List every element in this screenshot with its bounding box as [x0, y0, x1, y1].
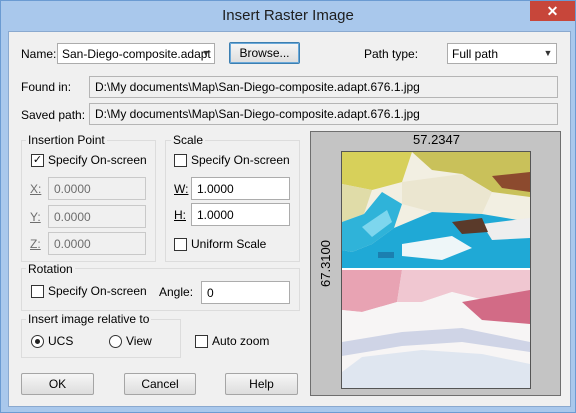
scale-specify-checkbox[interactable]	[174, 154, 187, 167]
w-input[interactable]: 1.0000	[191, 177, 290, 200]
cancel-button[interactable]: Cancel	[124, 373, 196, 395]
rotation-specify-label: Specify On-screen	[48, 284, 147, 298]
chevron-down-icon: ▼	[201, 48, 211, 58]
path-type-value: Full path	[452, 47, 499, 61]
found-in-field: D:\My documents\Map\San-Diego-composite.…	[89, 76, 558, 98]
uniform-scale-label: Uniform Scale	[191, 237, 267, 251]
image-height-dimension: 67.3100	[318, 240, 333, 287]
dialog-window: Insert Raster Image ✕ Name: San-Diego-co…	[0, 0, 576, 413]
ucs-label: UCS	[48, 334, 74, 348]
view-label: View	[126, 334, 152, 348]
chevron-down-icon: ▼	[543, 48, 553, 58]
name-label: Name:	[21, 47, 57, 61]
h-input[interactable]: 1.0000	[191, 203, 290, 226]
title-bar[interactable]: Insert Raster Image ✕	[1, 1, 575, 31]
saved-path-field: D:\My documents\Map\San-Diego-composite.…	[89, 103, 558, 125]
angle-label: Angle:	[159, 285, 194, 299]
scale-title: Scale	[171, 133, 206, 147]
w-label: W:	[174, 182, 189, 196]
uniform-scale-checkbox[interactable]	[174, 238, 187, 251]
browse-button[interactable]: Browse...	[229, 42, 300, 64]
insertion-specify-label: Specify On-screen	[48, 153, 147, 167]
ok-button[interactable]: OK	[21, 373, 94, 395]
image-preview: 57.2347 67.3100	[310, 131, 561, 396]
path-type-dropdown[interactable]: Full path ▼	[447, 43, 557, 64]
map-thumbnail	[342, 152, 530, 388]
auto-zoom-checkbox[interactable]	[195, 335, 208, 348]
found-in-label: Found in:	[21, 80, 72, 94]
map-image	[341, 151, 531, 389]
x-input[interactable]: 0.0000	[48, 177, 146, 200]
relative-title: Insert image relative to	[26, 312, 152, 326]
y-input[interactable]: 0.0000	[48, 205, 146, 228]
help-button[interactable]: Help	[225, 373, 298, 395]
rotation-title: Rotation	[26, 262, 75, 276]
y-label: Y:	[30, 210, 41, 224]
saved-path-label: Saved path:	[21, 108, 86, 122]
h-label: H:	[174, 208, 186, 222]
path-type-label: Path type:	[364, 47, 419, 61]
auto-zoom-label: Auto zoom	[212, 334, 270, 348]
insertion-specify-checkbox[interactable]: ✓	[31, 154, 44, 167]
insertion-point-title: Insertion Point	[26, 133, 107, 147]
ucs-radio[interactable]	[31, 335, 44, 348]
close-button[interactable]: ✕	[530, 1, 575, 21]
x-label: X:	[30, 182, 42, 196]
dialog-body: Name: San-Diego-composite.adapt ▼ Browse…	[8, 31, 571, 407]
image-width-dimension: 57.2347	[413, 132, 460, 147]
angle-input[interactable]: 0	[201, 281, 290, 304]
z-label: Z:	[30, 237, 41, 251]
window-title: Insert Raster Image	[222, 7, 354, 24]
z-input[interactable]: 0.0000	[48, 232, 146, 255]
rotation-specify-checkbox[interactable]	[31, 285, 44, 298]
name-value: San-Diego-composite.adapt	[62, 47, 211, 61]
name-dropdown[interactable]: San-Diego-composite.adapt ▼	[57, 43, 215, 64]
view-radio[interactable]	[109, 335, 122, 348]
scale-specify-label: Specify On-screen	[191, 153, 290, 167]
